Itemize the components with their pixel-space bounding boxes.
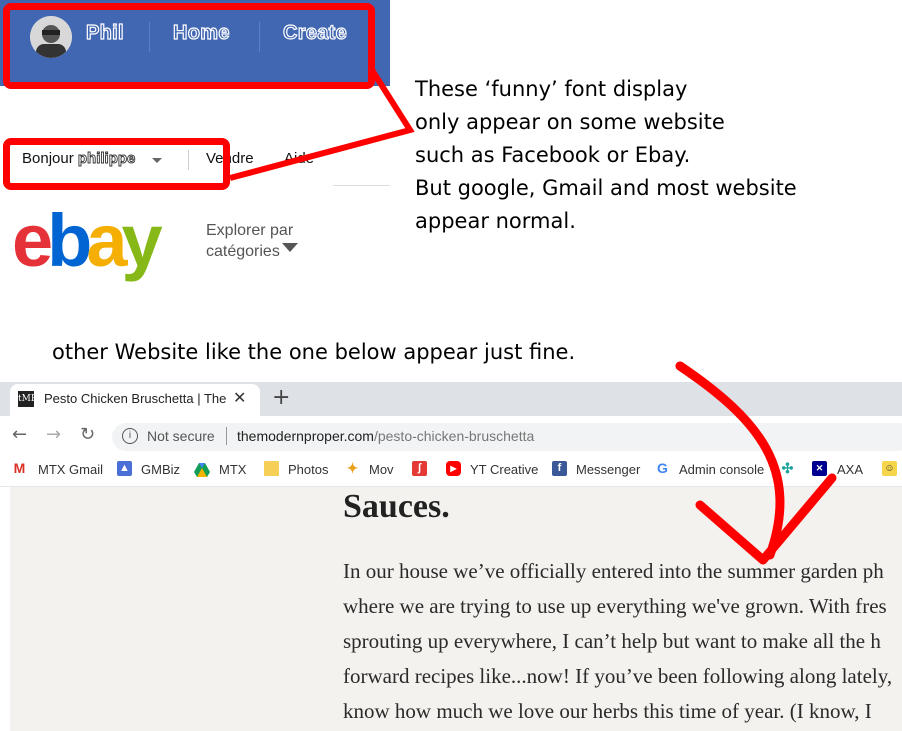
tab-title: Pesto Chicken Bruschetta | The M: [44, 391, 229, 406]
info-icon[interactable]: i: [122, 428, 138, 444]
close-icon[interactable]: ✕: [233, 388, 246, 407]
youtube-icon: ▶: [446, 461, 461, 476]
bookmark-admin-console[interactable]: Admin console: [679, 462, 764, 477]
bookmark-gmbiz[interactable]: GMBiz: [141, 462, 180, 477]
forward-icon[interactable]: →: [46, 424, 61, 445]
new-tab-icon[interactable]: +: [272, 385, 290, 410]
red-app-icon[interactable]: ʃ: [412, 461, 427, 476]
facebook-icon: f: [552, 461, 567, 476]
folder-icon: [264, 461, 279, 476]
article-heading: Sauces.: [343, 488, 450, 525]
annotation-note-2: other Website like the one below appear …: [52, 340, 576, 364]
url-path: /pesto-chicken-bruschetta: [373, 428, 535, 444]
bookmark-mtx[interactable]: MTX: [219, 462, 246, 477]
article-line: In our house we’ve officially entered in…: [343, 559, 884, 583]
pinwheel-icon[interactable]: ✣: [780, 461, 795, 476]
bookmark-messenger[interactable]: Messenger: [576, 462, 640, 477]
star-icon: ✦: [346, 460, 359, 476]
smiley-icon[interactable]: ☺: [882, 461, 897, 476]
drive-icon: [194, 462, 210, 481]
url-text[interactable]: themodernproper.com/pesto-chicken-brusch…: [237, 428, 534, 444]
bookmark-yt-creative[interactable]: YT Creative: [470, 462, 538, 477]
url-divider: [226, 427, 227, 445]
article-line: forward recipes like...now! If you’ve be…: [343, 664, 893, 688]
favicon-icon: tMP: [18, 391, 37, 407]
gmail-icon: M: [13, 460, 26, 476]
bookmark-mov[interactable]: Mov: [369, 462, 394, 477]
axa-icon: ✕: [812, 461, 827, 476]
google-icon: G: [657, 460, 668, 476]
reload-icon[interactable]: ↻: [80, 424, 95, 445]
security-status[interactable]: Not secure: [147, 428, 215, 444]
bookmark-mtx-gmail[interactable]: MTX Gmail: [38, 462, 103, 477]
bookmark-photos[interactable]: Photos: [288, 462, 328, 477]
article-line: where we are trying to use up everything…: [343, 594, 887, 618]
bookmark-axa[interactable]: AXA: [837, 462, 863, 477]
back-icon[interactable]: ←: [12, 424, 27, 445]
url-domain: themodernproper.com: [237, 428, 374, 444]
annotation-note: These ‘funny’ font display only appear o…: [415, 77, 797, 233]
gmbiz-icon: ▲: [117, 461, 132, 476]
article-line: sprouting up everywhere, I can’t help bu…: [343, 629, 881, 653]
article-line: know how much we love our herbs this tim…: [343, 699, 872, 723]
